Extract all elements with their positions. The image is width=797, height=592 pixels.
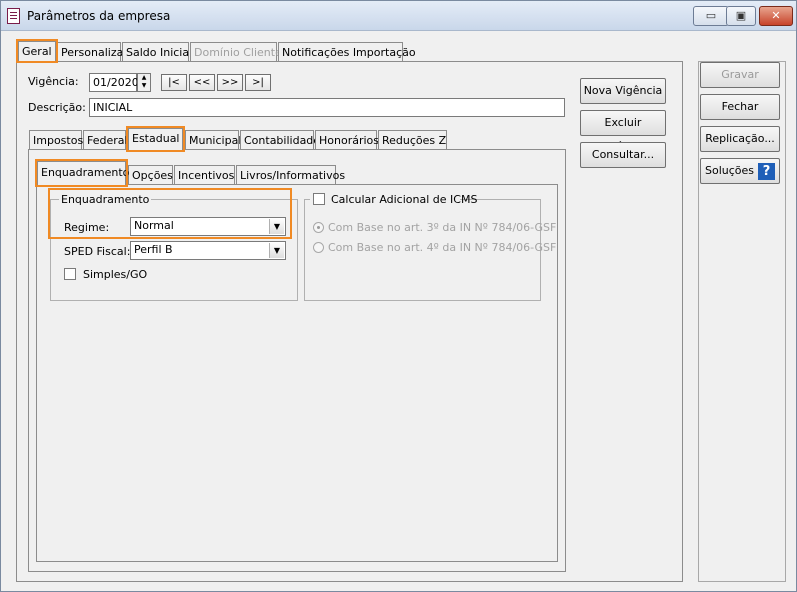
tab-incentivos[interactable]: Incentivos [174, 165, 235, 185]
tab-enquadramento[interactable]: Enquadramento [35, 159, 129, 187]
tab-saldo-inicial[interactable]: Saldo Inicial [122, 42, 192, 62]
fechar-button[interactable]: Fechar [700, 94, 780, 120]
icms-option-art4-radio[interactable] [313, 242, 324, 253]
spin-up-icon[interactable]: ▲ [138, 74, 150, 82]
chevron-down-icon[interactable]: ▼ [269, 243, 284, 258]
nova-vigencia-button[interactable]: Nova Vigência [580, 78, 666, 104]
tab-impostos[interactable]: Impostos [29, 130, 83, 150]
vigencia-input[interactable]: 01/2020 [89, 73, 139, 92]
descricao-input[interactable]: INICIAL [89, 98, 565, 117]
excluir-vigencia-button[interactable]: Excluir Vigência [580, 110, 666, 153]
replicacao-button[interactable]: Replicação... [700, 126, 780, 152]
descricao-label: Descrição: [28, 101, 86, 114]
simples-go-label: Simples/GO [83, 268, 148, 281]
parametros-window: Parâmetros da empresa ▭ ▣ ✕ Geral Person… [0, 0, 797, 592]
tab-honorarios[interactable]: Honorários [315, 130, 379, 150]
document-icon [7, 8, 20, 24]
consultar-button[interactable]: Consultar... [580, 142, 666, 168]
tab-contabilidade[interactable]: Contabilidade [240, 130, 320, 150]
regime-value: Normal [134, 219, 174, 232]
sped-fiscal-value: Perfil B [134, 243, 173, 256]
gravar-button[interactable]: Gravar [700, 62, 780, 88]
sped-fiscal-label: SPED Fiscal: [64, 245, 131, 258]
enquadramento-legend: Enquadramento [59, 193, 152, 206]
icms-option-art3-label: Com Base no art. 3º da IN Nº 784/06-GSF [328, 221, 557, 234]
icms-option-art4-label: Com Base no art. 4º da IN Nº 784/06-GSF [328, 241, 557, 254]
chevron-down-icon[interactable]: ▼ [269, 219, 284, 234]
calcular-adicional-icms-checkbox[interactable] [313, 193, 325, 205]
calcular-adicional-icms-label: Calcular Adicional de ICMS [331, 193, 478, 206]
solucoes-label: Soluções [704, 164, 755, 177]
tab-municipal[interactable]: Municipal [185, 130, 241, 150]
previous-button[interactable]: << [189, 74, 215, 91]
tab-reducoes-z[interactable]: Reduções Z [378, 130, 447, 150]
tab-opcoes[interactable]: Opções [128, 165, 173, 185]
solucoes-button[interactable]: Soluções? [700, 158, 780, 184]
tab-federal[interactable]: Federal [83, 130, 128, 150]
vigencia-label: Vigência: [28, 75, 79, 88]
sped-fiscal-select[interactable]: Perfil B ▼ [130, 241, 286, 260]
help-icon: ? [758, 162, 776, 180]
regime-label: Regime: [64, 221, 110, 234]
vigencia-spinner[interactable]: ▲ ▼ [137, 73, 151, 92]
tab-notificacoes-importacao[interactable]: Notificações Importação [278, 42, 416, 62]
first-button[interactable]: |< [161, 74, 187, 91]
tab-dominio-cliente[interactable]: Domínio Cliente [190, 42, 282, 62]
tab-livros-informativos[interactable]: Livros/Informativos [236, 165, 345, 185]
minimize-button[interactable]: ▭ [693, 6, 729, 26]
icms-option-art3-radio[interactable] [313, 222, 324, 233]
spin-down-icon[interactable]: ▼ [138, 82, 150, 90]
close-button[interactable]: ✕ [759, 6, 793, 26]
next-button[interactable]: >> [217, 74, 243, 91]
simples-go-checkbox[interactable] [64, 268, 76, 280]
regime-select[interactable]: Normal ▼ [130, 217, 286, 236]
tab-estadual[interactable]: Estadual [126, 126, 185, 152]
tab-geral[interactable]: Geral [16, 39, 58, 63]
window-title: Parâmetros da empresa [27, 9, 171, 23]
tab-personaliza[interactable]: Personaliza [57, 42, 123, 62]
last-button[interactable]: >| [245, 74, 271, 91]
title-bar: Parâmetros da empresa ▭ ▣ ✕ [1, 1, 796, 31]
maximize-button[interactable]: ▣ [726, 6, 756, 26]
